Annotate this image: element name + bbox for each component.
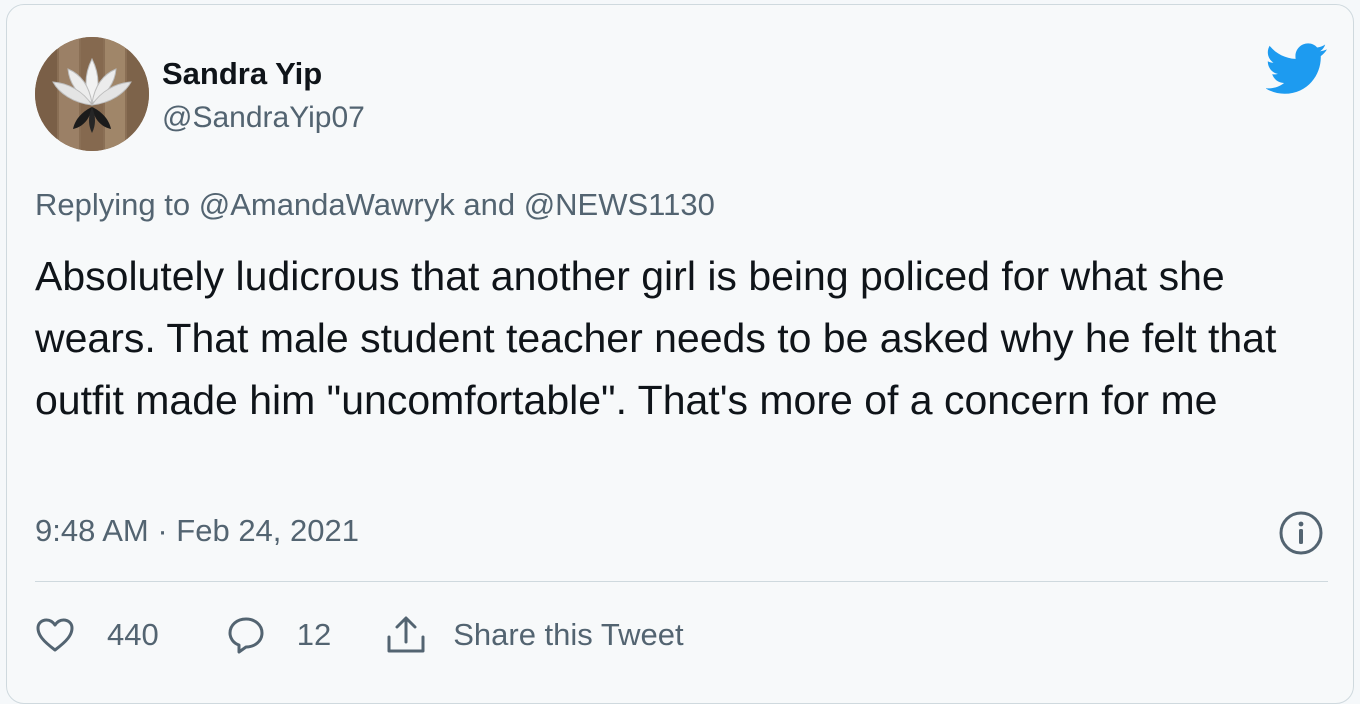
replying-to-line: Replying to @AmandaWawryk and @NEWS1130 — [35, 185, 715, 225]
reply-count: 12 — [296, 617, 332, 652]
like-button[interactable]: 440 — [35, 617, 159, 653]
share-button[interactable]: Share this Tweet — [385, 615, 684, 655]
mention-news1130[interactable]: @NEWS1130 — [524, 187, 715, 222]
reply-button[interactable]: 12 — [227, 616, 331, 654]
lotus-avatar-image — [35, 37, 149, 151]
info-glyph — [1279, 511, 1323, 555]
avatar[interactable] — [35, 37, 149, 151]
twitter-bird-glyph — [1265, 43, 1327, 94]
speech-bubble-icon — [228, 617, 264, 654]
tweet-text: Absolutely ludicrous that another girl i… — [35, 253, 1277, 423]
twitter-bird-icon[interactable] — [1265, 43, 1328, 95]
replying-prefix: Replying to — [35, 187, 191, 222]
heart-icon — [36, 618, 74, 652]
share-label: Share this Tweet — [453, 617, 684, 652]
tweet-timestamp[interactable]: 9:48 AM · Feb 24, 2021 — [35, 511, 359, 551]
like-count: 440 — [107, 617, 159, 652]
replying-conjunction: and — [463, 187, 516, 222]
author-handle[interactable]: @SandraYip07 — [162, 99, 365, 137]
share-icon — [387, 616, 425, 653]
author-name[interactable]: Sandra Yip — [162, 55, 322, 93]
tweet-card: Sandra Yip @SandraYip07 Replying to @Ama… — [6, 4, 1354, 704]
info-icon[interactable] — [1278, 510, 1324, 556]
tweet-actions: 440 12 Share this Tweet — [35, 613, 684, 657]
divider — [35, 581, 1328, 582]
mention-amandawawryk[interactable]: @AmandaWawryk — [199, 187, 455, 222]
